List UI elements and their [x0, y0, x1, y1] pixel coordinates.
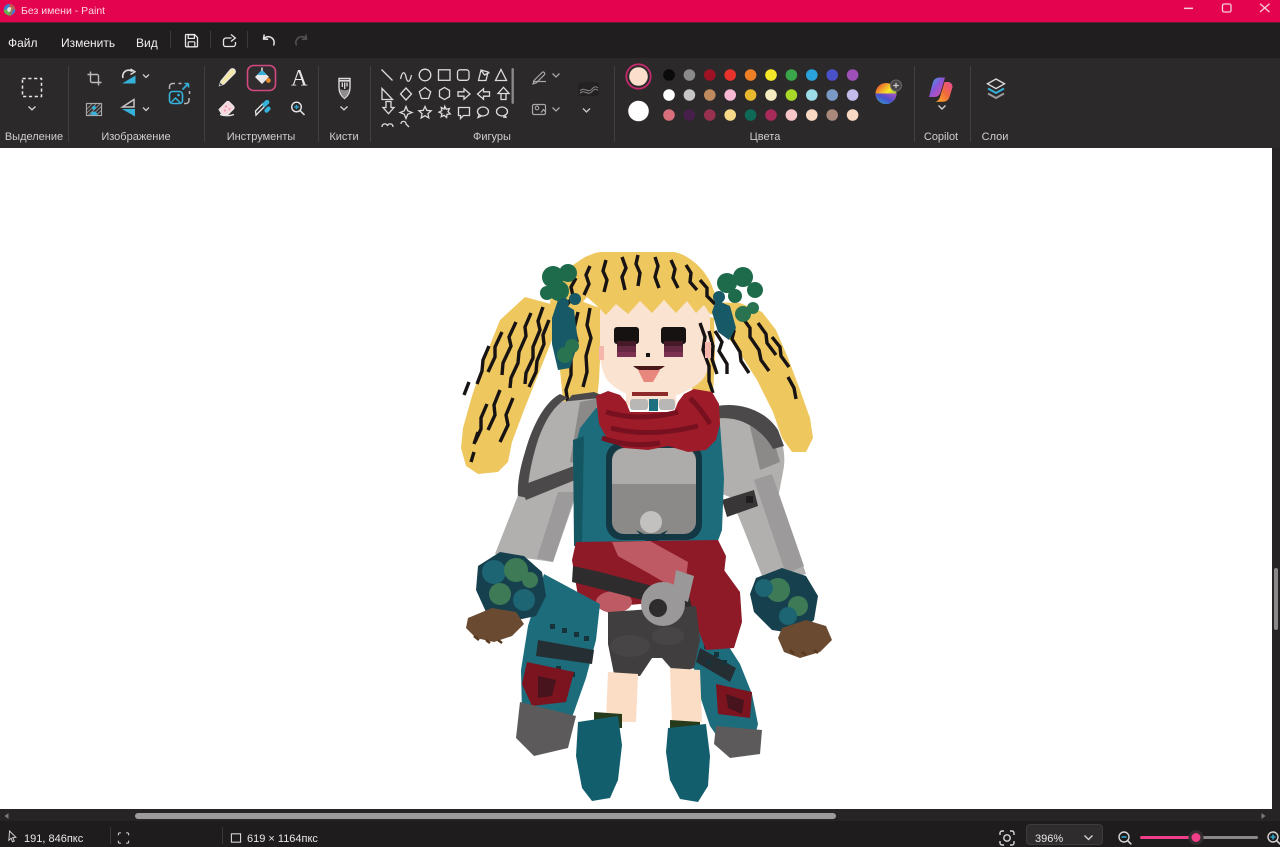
- svg-text:A: A: [291, 66, 308, 91]
